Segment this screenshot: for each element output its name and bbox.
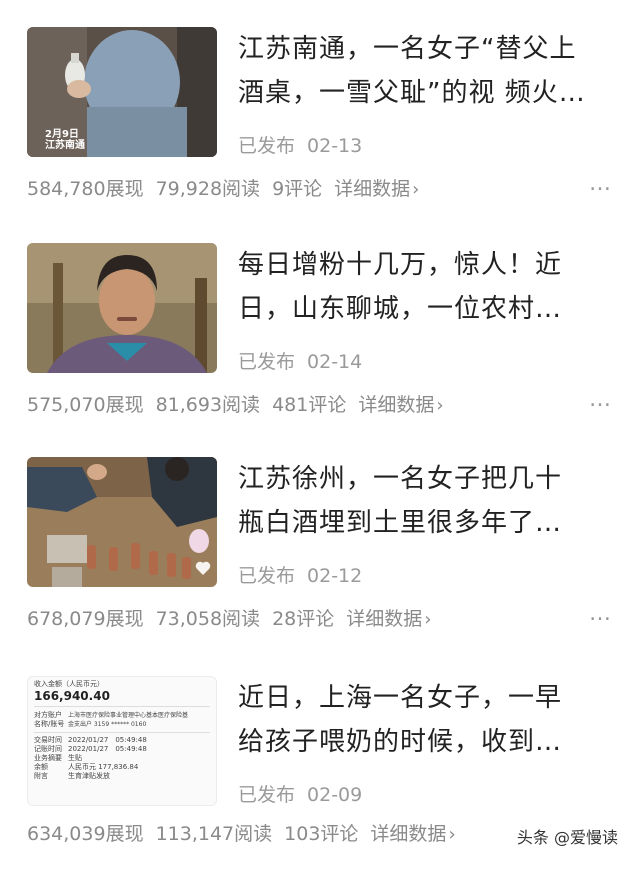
- status-label: 已发布: [238, 351, 296, 373]
- thumb-caption-place: 江苏南通: [45, 140, 85, 151]
- detail-data-link[interactable]: 详细数据 ›: [358, 394, 455, 416]
- detail-data-link[interactable]: 详细数据 ›: [370, 823, 467, 845]
- publish-date: 02-13: [307, 135, 363, 157]
- article-item[interactable]: 2月9日 江苏南通 江苏南通，一名女子“替父上 酒桌，一雪父耻”的视 频火… 已…: [0, 27, 640, 243]
- views-count: 575,070展现: [27, 394, 144, 416]
- publish-info: 已发布 02-14: [238, 347, 362, 374]
- article-item[interactable]: 江苏徐州，一名女子把几十 瓶白酒埋到土里很多年了… 已发布 02-12 678,0…: [0, 457, 640, 673]
- chevron-right-icon: ›: [424, 609, 432, 630]
- reads-count: 113,147阅读: [155, 823, 273, 845]
- title-line: 给孩子喂奶的时候，收到…: [238, 727, 563, 757]
- doc-label: 附言: [34, 772, 48, 780]
- title-line: 每日增粉十几万，惊人！近: [238, 250, 563, 280]
- article-thumbnail[interactable]: 2月9日 江苏南通: [27, 27, 217, 157]
- publish-info: 已发布 02-09: [238, 780, 362, 807]
- article-item[interactable]: 收入金额（人民币元） 166,940.40 对方账户 名称/账号 上海市医疗保险…: [0, 676, 640, 892]
- doc-value: 人民币元 177,836.84: [68, 763, 139, 771]
- doc-value: 上海市医疗保险事业管理中心基本医疗保险基: [68, 712, 189, 719]
- more-options-icon[interactable]: …: [589, 171, 612, 196]
- title-line: 瓶白酒埋到土里很多年了…: [238, 508, 563, 538]
- views-count: 584,780展现: [27, 178, 144, 200]
- publish-date: 02-09: [307, 784, 363, 806]
- doc-value: 生育津贴发放: [68, 772, 110, 780]
- status-label: 已发布: [238, 135, 296, 157]
- chevron-right-icon: ›: [436, 395, 444, 416]
- title-line: 酒桌，一雪父耻”的视 频火…: [238, 78, 586, 108]
- chevron-right-icon: ›: [448, 824, 456, 845]
- doc-label: 余额: [34, 763, 48, 771]
- detail-label: 详细数据: [334, 178, 411, 200]
- thumb-caption-date: 2月9日: [45, 129, 79, 140]
- publish-date: 02-12: [307, 565, 363, 587]
- article-stats: 584,780展现 79,928阅读 9评论 详细数据 ›: [27, 174, 613, 201]
- comments-count: 9评论: [272, 178, 323, 200]
- doc-label: 交易时间: [34, 736, 62, 744]
- title-line: 江苏南通，一名女子“替父上: [238, 34, 577, 64]
- comments-count: 481评论: [272, 394, 347, 416]
- detail-label: 详细数据: [370, 823, 447, 845]
- doc-label: 对方账户: [34, 711, 62, 719]
- article-title[interactable]: 江苏南通，一名女子“替父上 酒桌，一雪父耻”的视 频火…: [238, 27, 618, 115]
- doc-label: 记账时间: [34, 745, 62, 753]
- article-item[interactable]: 每日增粉十几万，惊人！近 日，山东聊城，一位农村… 已发布 02-14 575,0…: [0, 243, 640, 459]
- views-count: 634,039展现: [27, 823, 144, 845]
- doc-amount-label: 收入金额（人民币元）: [34, 680, 104, 688]
- comments-count: 28评论: [272, 608, 335, 630]
- watermark: 头条 @爱慢读: [512, 822, 622, 850]
- article-thumbnail[interactable]: 收入金额（人民币元） 166,940.40 对方账户 名称/账号 上海市医疗保险…: [27, 676, 217, 806]
- publish-date: 02-14: [307, 351, 363, 373]
- detail-data-link[interactable]: 详细数据 ›: [346, 608, 443, 630]
- article-title[interactable]: 每日增粉十几万，惊人！近 日，山东聊城，一位农村…: [238, 243, 618, 331]
- doc-label: 名称/账号: [34, 720, 65, 728]
- detail-label: 详细数据: [346, 608, 423, 630]
- reads-count: 81,693阅读: [155, 394, 261, 416]
- title-line: 江苏徐州，一名女子把几十: [238, 464, 563, 494]
- doc-value: 生贴: [68, 754, 82, 762]
- views-count: 678,079展现: [27, 608, 144, 630]
- chevron-right-icon: ›: [412, 179, 420, 200]
- more-options-icon[interactable]: …: [589, 387, 612, 412]
- status-label: 已发布: [238, 784, 296, 806]
- detail-label: 详细数据: [358, 394, 435, 416]
- doc-value: 2022/01/27 05:49:48: [68, 745, 147, 753]
- doc-value: 2022/01/27 05:49:48: [68, 736, 147, 744]
- article-stats: 575,070展现 81,693阅读 481评论 详细数据 ›: [27, 390, 613, 417]
- article-stats: 678,079展现 73,058阅读 28评论 详细数据 ›: [27, 604, 613, 631]
- comments-count: 103评论: [284, 823, 359, 845]
- more-options-icon[interactable]: …: [589, 601, 612, 626]
- publish-info: 已发布 02-13: [238, 131, 362, 158]
- title-line: 日，山东聊城，一位农村…: [238, 294, 563, 324]
- status-label: 已发布: [238, 565, 296, 587]
- doc-value: 金支出户 3159 ****** 0160: [68, 721, 147, 728]
- detail-data-link[interactable]: 详细数据 ›: [334, 178, 431, 200]
- doc-amount: 166,940.40: [34, 689, 210, 707]
- article-thumbnail[interactable]: [27, 243, 217, 373]
- article-title[interactable]: 近日，上海一名女子，一早 给孩子喂奶的时候，收到…: [238, 676, 618, 764]
- title-line: 近日，上海一名女子，一早: [238, 683, 563, 713]
- reads-count: 73,058阅读: [155, 608, 261, 630]
- article-title[interactable]: 江苏徐州，一名女子把几十 瓶白酒埋到土里很多年了…: [238, 457, 618, 545]
- reads-count: 79,928阅读: [155, 178, 261, 200]
- publish-info: 已发布 02-12: [238, 561, 362, 588]
- doc-label: 业务摘要: [34, 754, 62, 762]
- article-thumbnail[interactable]: [27, 457, 217, 587]
